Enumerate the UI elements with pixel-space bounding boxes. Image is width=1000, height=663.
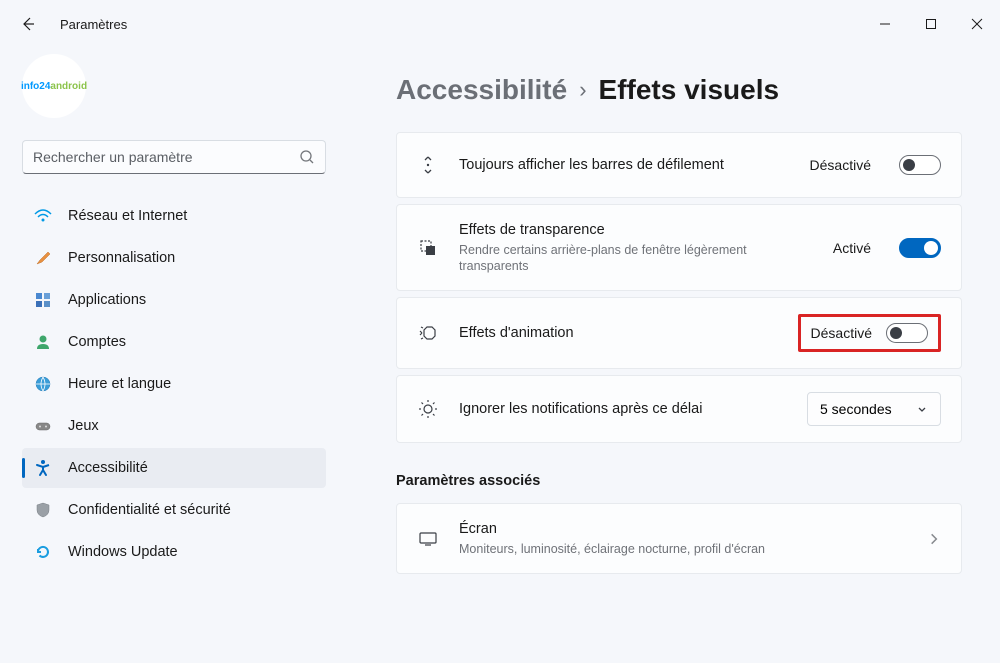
- toggle-transparency[interactable]: [899, 238, 941, 258]
- brush-icon: [34, 249, 52, 267]
- card-subtitle: Rendre certains arrière-plans de fenêtre…: [459, 242, 789, 275]
- app-title: Paramètres: [60, 17, 127, 32]
- sidebar-item-apps[interactable]: Applications: [22, 280, 326, 320]
- card-title: Effets de transparence: [459, 221, 813, 240]
- card-body: Effets d'animation: [459, 324, 778, 343]
- sidebar: info24android Réseau et Internet Personn…: [0, 48, 340, 663]
- chevron-down-icon: [916, 403, 928, 415]
- toggle-animation[interactable]: [886, 323, 928, 343]
- back-button[interactable]: [16, 12, 40, 36]
- person-icon: [34, 333, 52, 351]
- maximize-icon: [925, 18, 937, 30]
- toggle-scrollbars[interactable]: [899, 155, 941, 175]
- avatar-area: info24android: [22, 48, 326, 140]
- card-scrollbars: Toujours afficher les barres de défileme…: [396, 132, 962, 198]
- card-transparency: Effets de transparence Rendre certains a…: [396, 204, 962, 291]
- toggle-status: Désactivé: [811, 325, 872, 341]
- card-title: Effets d'animation: [459, 324, 778, 343]
- titlebar-left: Paramètres: [16, 12, 127, 36]
- avatar[interactable]: info24android: [22, 54, 86, 118]
- breadcrumb-separator: ›: [579, 77, 586, 103]
- card-animation: Effets d'animation Désactivé: [396, 297, 962, 369]
- nav: Réseau et Internet Personnalisation Appl…: [22, 196, 326, 572]
- breadcrumb-parent[interactable]: Accessibilité: [396, 74, 567, 106]
- sidebar-item-personalization[interactable]: Personnalisation: [22, 238, 326, 278]
- card-notifications: Ignorer les notifications après ce délai…: [396, 375, 962, 443]
- sidebar-item-time-language[interactable]: Heure et langue: [22, 364, 326, 404]
- card-screen[interactable]: Écran Moniteurs, luminosité, éclairage n…: [396, 503, 962, 574]
- breadcrumb: Accessibilité › Effets visuels: [396, 74, 962, 106]
- card-body: Ignorer les notifications après ce délai: [459, 400, 787, 419]
- sidebar-item-label: Réseau et Internet: [68, 208, 187, 224]
- close-button[interactable]: [954, 4, 1000, 44]
- dropdown-value: 5 secondes: [820, 401, 892, 417]
- sidebar-item-label: Windows Update: [68, 544, 178, 560]
- sidebar-item-label: Personnalisation: [68, 250, 175, 266]
- sidebar-item-label: Heure et langue: [68, 376, 171, 392]
- sidebar-item-label: Comptes: [68, 334, 126, 350]
- accessibility-icon: [34, 459, 52, 477]
- transparency-icon: [417, 238, 439, 258]
- sidebar-item-accessibility[interactable]: Accessibilité: [22, 448, 326, 488]
- update-icon: [34, 543, 52, 561]
- section-heading-related: Paramètres associés: [396, 473, 962, 489]
- avatar-text: info24android: [21, 81, 87, 92]
- apps-icon: [34, 291, 52, 309]
- card-subtitle: Moniteurs, luminosité, éclairage nocturn…: [459, 541, 907, 557]
- card-title: Écran: [459, 520, 907, 539]
- gamepad-icon: [34, 417, 52, 435]
- chevron-right-icon: [927, 532, 941, 546]
- toggle-status: Désactivé: [810, 157, 871, 173]
- search-icon: [299, 149, 315, 165]
- maximize-button[interactable]: [908, 4, 954, 44]
- search-input[interactable]: [33, 149, 299, 165]
- card-title: Toujours afficher les barres de défileme…: [459, 156, 790, 175]
- card-body: Toujours afficher les barres de défileme…: [459, 156, 790, 175]
- scroll-icon: [417, 155, 439, 175]
- content: Accessibilité › Effets visuels Toujours …: [340, 48, 1000, 663]
- sidebar-item-label: Accessibilité: [68, 460, 148, 476]
- highlight-animation-toggle: Désactivé: [798, 314, 941, 352]
- titlebar: Paramètres: [0, 0, 1000, 48]
- dropdown-notification-delay[interactable]: 5 secondes: [807, 392, 941, 426]
- card-title: Ignorer les notifications après ce délai: [459, 400, 787, 419]
- card-body: Écran Moniteurs, luminosité, éclairage n…: [459, 520, 907, 557]
- notification-timer-icon: [417, 399, 439, 419]
- sidebar-item-label: Jeux: [68, 418, 99, 434]
- sidebar-item-label: Applications: [68, 292, 146, 308]
- card-body: Effets de transparence Rendre certains a…: [459, 221, 813, 274]
- monitor-icon: [417, 531, 439, 547]
- window-controls: [862, 4, 1000, 44]
- close-icon: [971, 18, 983, 30]
- minimize-icon: [879, 18, 891, 30]
- sidebar-item-accounts[interactable]: Comptes: [22, 322, 326, 362]
- breadcrumb-current: Effets visuels: [599, 74, 780, 106]
- animation-icon: [417, 323, 439, 343]
- sidebar-item-gaming[interactable]: Jeux: [22, 406, 326, 446]
- minimize-button[interactable]: [862, 4, 908, 44]
- shield-icon: [34, 501, 52, 519]
- sidebar-item-network[interactable]: Réseau et Internet: [22, 196, 326, 236]
- search-box[interactable]: [22, 140, 326, 174]
- wifi-icon: [34, 207, 52, 225]
- globe-clock-icon: [34, 375, 52, 393]
- sidebar-item-privacy[interactable]: Confidentialité et sécurité: [22, 490, 326, 530]
- sidebar-item-label: Confidentialité et sécurité: [68, 502, 231, 518]
- sidebar-item-windows-update[interactable]: Windows Update: [22, 532, 326, 572]
- toggle-status: Activé: [833, 240, 871, 256]
- arrow-left-icon: [20, 16, 36, 32]
